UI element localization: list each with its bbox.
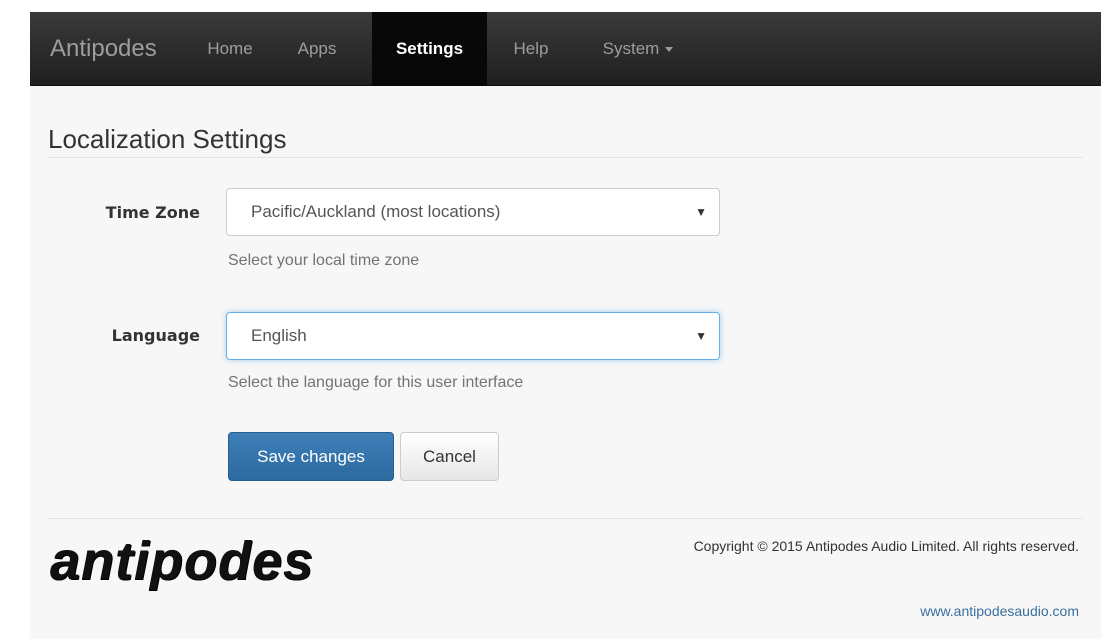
nav-home[interactable]: Home xyxy=(190,12,270,86)
antipodes-logo: antipodes xyxy=(50,531,315,591)
timezone-select[interactable]: Pacific/Auckland (most locations) ▼ xyxy=(226,188,720,236)
language-select[interactable]: English ▼ xyxy=(226,312,720,360)
nav-help[interactable]: Help xyxy=(496,12,566,86)
footer-divider xyxy=(48,518,1083,519)
nav-apps[interactable]: Apps xyxy=(280,12,354,86)
timezone-label: Time Zone xyxy=(105,203,200,222)
timezone-help: Select your local time zone xyxy=(228,252,420,269)
language-help: Select the language for this user interf… xyxy=(228,374,524,391)
copyright-text: Copyright © 2015 Antipodes Audio Limited… xyxy=(693,538,1079,554)
dropdown-arrow-icon: ▼ xyxy=(695,329,707,343)
nav-system-dropdown[interactable]: System xyxy=(583,12,693,86)
brand-link[interactable]: Antipodes xyxy=(50,12,157,86)
language-label: Language xyxy=(111,326,200,345)
top-navbar: Antipodes Home Apps Settings Help System xyxy=(30,12,1101,86)
app-frame: Antipodes Home Apps Settings Help System… xyxy=(30,12,1101,639)
nav-system-label: System xyxy=(602,39,660,58)
nav-settings[interactable]: Settings xyxy=(372,12,487,86)
cancel-button[interactable]: Cancel xyxy=(400,432,499,481)
timezone-select-value: Pacific/Auckland (most locations) xyxy=(251,202,501,221)
caret-down-icon xyxy=(665,47,674,53)
page-title: Localization Settings xyxy=(48,124,287,154)
website-link[interactable]: www.antipodesaudio.com xyxy=(920,603,1079,619)
language-select-value: English xyxy=(251,326,307,345)
dropdown-arrow-icon: ▼ xyxy=(695,205,707,219)
save-changes-button[interactable]: Save changes xyxy=(228,432,394,481)
title-divider xyxy=(48,157,1083,158)
